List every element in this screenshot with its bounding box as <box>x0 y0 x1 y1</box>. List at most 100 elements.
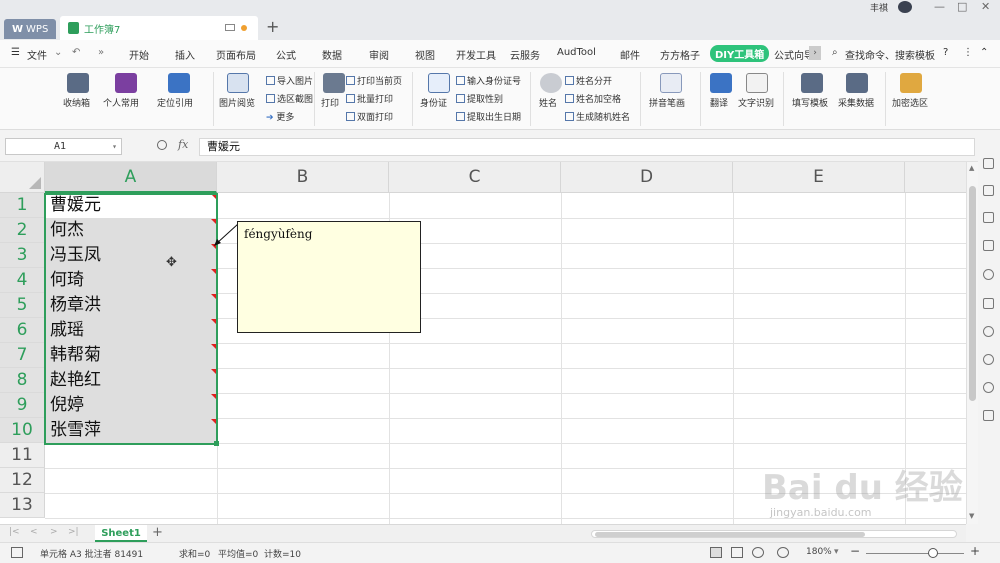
sum-value[interactable]: 求和=0 <box>179 547 210 560</box>
select-all-corner[interactable] <box>0 162 45 193</box>
vertical-scrollbar[interactable]: ▲ ▼ <box>966 162 978 524</box>
row-header-5[interactable]: 5 <box>0 293 45 318</box>
translate-button[interactable]: 翻译 <box>710 96 728 109</box>
col-header-d[interactable]: D <box>561 162 733 193</box>
import-image-button[interactable]: 导入图片 <box>266 74 313 87</box>
random-name-button[interactable]: 生成随机姓名 <box>565 110 630 123</box>
batch-print-button[interactable]: 批量打印 <box>346 92 393 105</box>
menu-scroll-right-icon[interactable]: › <box>809 46 821 60</box>
count-value[interactable]: 计数=10 <box>264 547 301 560</box>
fill-template-button[interactable]: 填写模板 <box>792 96 828 109</box>
encrypt-button[interactable]: 加密选区 <box>892 96 928 109</box>
name-button[interactable]: 姓名 <box>539 96 557 109</box>
duplex-print-button[interactable]: 双面打印 <box>346 110 393 123</box>
image-view-button[interactable]: 图片阅览 <box>219 96 255 109</box>
last-sheet-icon[interactable]: >| <box>68 527 79 537</box>
row-header-11[interactable]: 11 <box>0 443 45 468</box>
user-name[interactable]: 丰祺 <box>870 1 888 14</box>
col-header-c[interactable]: C <box>389 162 561 193</box>
scroll-down-icon[interactable]: ▼ <box>969 512 974 520</box>
menu-diy-toolbox[interactable]: DIY工具箱 <box>710 45 770 62</box>
row-header-7[interactable]: 7 <box>0 343 45 368</box>
style-icon[interactable] <box>983 212 994 223</box>
formula-input[interactable]: 曹媛元 <box>199 138 975 156</box>
pinyin-button[interactable]: 拼音笔画 <box>649 96 685 109</box>
shapes-icon[interactable] <box>983 185 994 196</box>
star-icon[interactable] <box>983 269 994 280</box>
h-scroll-thumb[interactable] <box>595 532 865 537</box>
zoom-in-button[interactable]: + <box>970 544 980 558</box>
menu-data[interactable]: 数据 <box>322 47 342 62</box>
more-vertical-icon[interactable]: ⋮ <box>963 47 973 58</box>
more-button[interactable]: ➔ 更多 <box>266 110 294 123</box>
col-header-f[interactable] <box>905 162 966 193</box>
zoom-lens-icon[interactable] <box>157 140 167 150</box>
maximize-icon[interactable]: □ <box>957 0 967 13</box>
search-icon[interactable]: ⌕ <box>832 47 838 58</box>
comment-box[interactable]: féngyùfèng <box>237 221 421 333</box>
locate-button[interactable]: 定位引用 <box>157 96 193 109</box>
row-header-3[interactable]: 3 <box>0 243 45 268</box>
idcard-button[interactable]: 身份证 <box>420 96 447 109</box>
fx-icon[interactable]: fx <box>178 138 188 151</box>
menu-view[interactable]: 视图 <box>415 47 435 62</box>
menu-fangfang[interactable]: 方方格子 <box>660 47 700 62</box>
inbox-button[interactable]: 收纳箱 <box>63 96 90 109</box>
collapse-ribbon-icon[interactable]: ⌃ <box>980 47 988 58</box>
row-header-4[interactable]: 4 <box>0 268 45 293</box>
menu-audtool[interactable]: AudTool <box>557 47 596 58</box>
first-sheet-icon[interactable]: |< <box>9 527 20 537</box>
tab-document[interactable]: 工作簿7 <box>60 16 258 40</box>
help-icon[interactable]: ? <box>943 47 948 58</box>
row-header-8[interactable]: 8 <box>0 368 45 393</box>
collect-data-button[interactable]: 采集数据 <box>838 96 874 109</box>
menu-formula[interactable]: 公式 <box>276 47 296 62</box>
new-tab-button[interactable]: + <box>266 17 279 36</box>
menu-home[interactable]: 开始 <box>129 47 149 62</box>
print-button[interactable]: 打印 <box>321 96 339 109</box>
scroll-up-icon[interactable]: ▲ <box>969 164 974 172</box>
add-sheet-button[interactable]: + <box>152 525 163 540</box>
col-header-a[interactable]: A <box>45 162 217 193</box>
print-current-button[interactable]: 打印当前页 <box>346 74 402 87</box>
zoom-slider[interactable] <box>866 553 964 554</box>
row-header-2[interactable]: 2 <box>0 218 45 243</box>
zoom-dropdown-icon[interactable]: ▾ <box>834 547 839 557</box>
name-box[interactable]: A1 ▾ <box>5 138 122 155</box>
chevron-down-icon[interactable]: ▾ <box>112 139 117 154</box>
chevron-down-icon[interactable]: ⌄ <box>54 47 62 58</box>
menu-developer[interactable]: 开发工具 <box>456 47 496 62</box>
pointer-icon[interactable] <box>983 158 994 169</box>
zoom-slider-knob[interactable] <box>928 548 938 558</box>
ocr-button[interactable]: 文字识别 <box>738 96 774 109</box>
command-search[interactable]: 查找命令、搜索模板 <box>845 47 935 62</box>
close-icon[interactable]: ✕ <box>981 0 990 13</box>
menu-page-layout[interactable]: 页面布局 <box>216 47 256 62</box>
row-header-1[interactable]: 1 <box>0 193 45 218</box>
undo-icon[interactable]: ↶ <box>72 47 80 58</box>
row-header-9[interactable]: 9 <box>0 393 45 418</box>
menu-insert[interactable]: 插入 <box>175 47 195 62</box>
col-header-e[interactable]: E <box>733 162 905 193</box>
menu-formula-wizard[interactable]: 公式向导 <box>774 47 814 62</box>
apps-grid-icon[interactable] <box>983 410 994 421</box>
select-capture-button[interactable]: 选区截图 <box>266 92 313 105</box>
page-break-icon[interactable] <box>731 547 743 558</box>
menu-cloud[interactable]: 云服务 <box>510 47 540 62</box>
normal-view-icon[interactable] <box>710 547 722 558</box>
horizontal-scrollbar[interactable] <box>591 530 957 538</box>
zoom-out-button[interactable]: − <box>850 544 860 558</box>
more-chevron-icon[interactable]: » <box>98 47 104 58</box>
menu-mail[interactable]: 邮件 <box>620 47 640 62</box>
sheet-tab-sheet1[interactable]: Sheet1 <box>95 525 147 542</box>
personal-button[interactable]: 个人常用 <box>103 96 139 109</box>
next-sheet-icon[interactable]: > <box>50 527 58 537</box>
share-icon[interactable] <box>983 326 994 337</box>
fill-handle[interactable] <box>214 441 219 446</box>
menu-review[interactable]: 审阅 <box>369 47 389 62</box>
input-id-button[interactable]: 输入身份证号 <box>456 74 521 87</box>
monitor-icon[interactable] <box>225 24 235 31</box>
row-header-12[interactable]: 12 <box>0 468 45 493</box>
col-header-b[interactable]: B <box>217 162 389 193</box>
sheet-icon[interactable] <box>983 240 994 251</box>
